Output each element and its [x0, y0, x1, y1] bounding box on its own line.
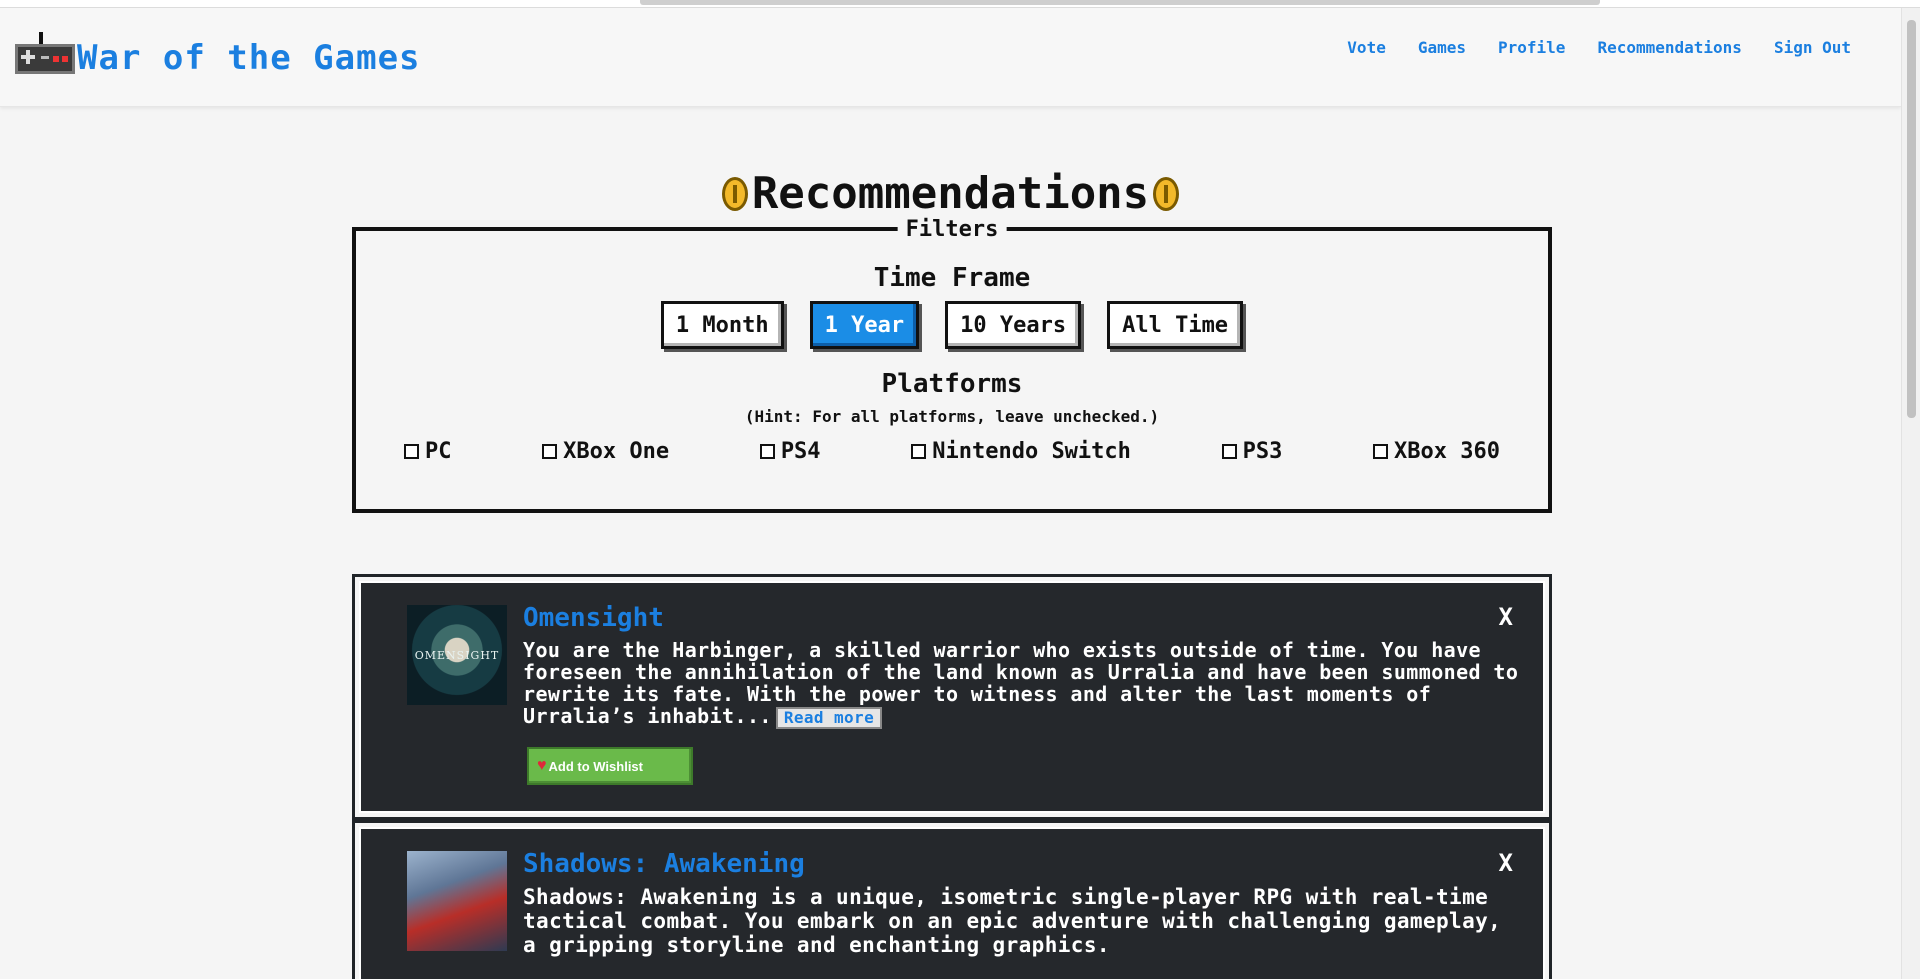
- game-cover-image[interactable]: OMENSIGHT: [407, 605, 507, 705]
- page-title-text: Recommendations: [751, 168, 1150, 219]
- platform-nintendo-switch-checkbox[interactable]: [911, 444, 927, 459]
- game-card-outer: Shadows: Awakening X Shadows: Awakening …: [352, 820, 1552, 979]
- main-nav: Vote Games Profile Recommendations Sign …: [1331, 38, 1867, 57]
- add-to-wishlist-button[interactable]: ♥ Add to Wishlist: [527, 747, 693, 785]
- game-cover-image[interactable]: [407, 851, 507, 951]
- page-title: Recommendations: [0, 168, 1901, 219]
- platform-xbox-360[interactable]: XBox 360: [1373, 439, 1500, 464]
- wishlist-label: Add to Wishlist: [548, 758, 644, 774]
- platform-xbox-360-checkbox[interactable]: [1373, 444, 1389, 459]
- platform-pc[interactable]: PC: [404, 439, 452, 464]
- cover-text: OMENSIGHT: [414, 649, 500, 662]
- game-description-text: You are the Harbinger, a skilled warrior…: [523, 638, 1519, 728]
- platform-pc-checkbox[interactable]: [404, 444, 419, 459]
- coin-icon: [721, 176, 748, 211]
- platform-label: PC: [425, 439, 452, 464]
- brand[interactable]: War of the Games: [15, 30, 421, 86]
- scrollbar-thumb[interactable]: [1907, 20, 1916, 418]
- platforms-hint: (Hint: For all platforms, leave unchecke…: [744, 407, 1160, 426]
- filters-panel: Filters Time Frame 1 Month 1 Year 10 Yea…: [352, 217, 1552, 513]
- game-title[interactable]: Shadows: Awakening: [523, 849, 805, 879]
- scrollbar[interactable]: [1901, 8, 1920, 979]
- platform-nintendo-switch[interactable]: Nintendo Switch: [911, 439, 1131, 464]
- filters-legend: Filters: [897, 217, 1007, 242]
- platform-list: PC XBox One PS4 Nintendo Switch PS3 XBox…: [404, 439, 1500, 464]
- game-description: Shadows: Awakening is a unique, isometri…: [523, 885, 1502, 957]
- time-frame-1-year-button[interactable]: 1 Year: [809, 301, 920, 349]
- close-icon[interactable]: X: [1499, 603, 1513, 631]
- time-frame-all-time-button[interactable]: All Time: [1107, 301, 1244, 349]
- time-frame-1-month-button[interactable]: 1 Month: [660, 301, 784, 349]
- platform-ps3[interactable]: PS3: [1221, 439, 1283, 464]
- platform-xbox-one-checkbox[interactable]: [542, 444, 558, 459]
- time-frame-10-years-button[interactable]: 10 Years: [945, 301, 1082, 349]
- time-frame-buttons: 1 Month 1 Year 10 Years All Time: [356, 301, 1548, 349]
- game-card: OMENSIGHT Omensight X You are the Harbin…: [359, 581, 1545, 813]
- platform-label: XBox 360: [1394, 439, 1500, 464]
- platform-label: Nintendo Switch: [932, 439, 1131, 464]
- site-title[interactable]: War of the Games: [77, 38, 421, 78]
- game-title[interactable]: Omensight: [523, 603, 664, 633]
- nav-sign-out[interactable]: Sign Out: [1758, 38, 1867, 57]
- nav-games[interactable]: Games: [1402, 38, 1482, 57]
- time-frame-title: Time Frame: [873, 263, 1031, 293]
- browser-top-strip: [0, 0, 1920, 8]
- platform-label: PS4: [780, 439, 821, 464]
- platforms-title: Platforms: [881, 369, 1023, 399]
- close-icon[interactable]: X: [1499, 849, 1513, 877]
- game-card: Shadows: Awakening X Shadows: Awakening …: [359, 827, 1545, 979]
- browser-tab-bar: [640, 0, 1600, 5]
- site-header: War of the Games Vote Games Profile Reco…: [0, 8, 1901, 107]
- game-controller-icon: [15, 32, 75, 76]
- read-more-button[interactable]: Read more: [775, 706, 883, 729]
- platform-ps4[interactable]: PS4: [759, 439, 821, 464]
- game-description: You are the Harbinger, a skilled warrior…: [523, 639, 1523, 729]
- platform-label: XBox One: [563, 439, 670, 464]
- nav-profile[interactable]: Profile: [1482, 38, 1581, 57]
- platform-label: PS3: [1242, 439, 1283, 464]
- nav-vote[interactable]: Vote: [1331, 38, 1402, 57]
- platform-xbox-one[interactable]: XBox One: [542, 439, 669, 464]
- heart-icon: ♥: [537, 757, 547, 774]
- coin-icon: [1153, 176, 1180, 211]
- platform-ps4-checkbox[interactable]: [759, 444, 775, 459]
- game-card-outer: OMENSIGHT Omensight X You are the Harbin…: [352, 574, 1552, 820]
- nav-recommendations[interactable]: Recommendations: [1581, 38, 1758, 57]
- platform-ps3-checkbox[interactable]: [1221, 444, 1237, 459]
